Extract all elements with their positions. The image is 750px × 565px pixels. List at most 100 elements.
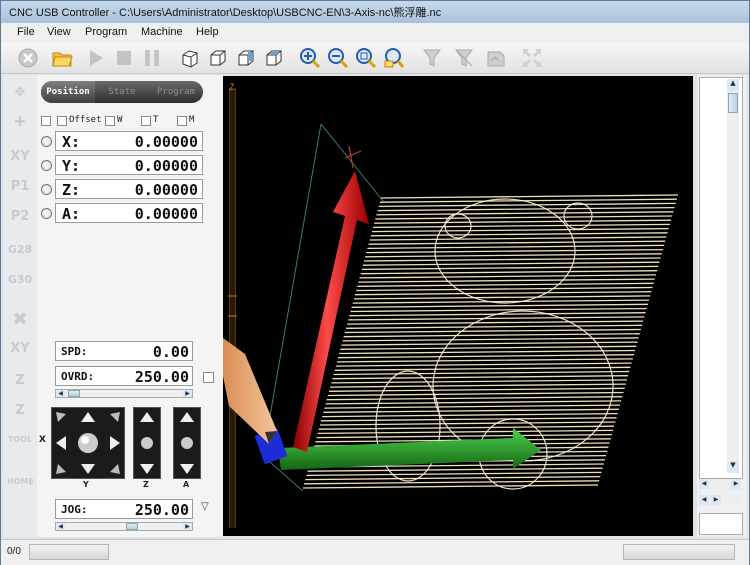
horizontal-scrollbar[interactable]: ◀ ▶	[699, 479, 741, 490]
coord-y-value: 0.00000	[134, 157, 198, 175]
spd-display: SPD: 0.00	[55, 341, 193, 361]
second-scroll-right-icon[interactable]: ▶	[711, 495, 721, 505]
fullscreen-icon[interactable]	[521, 47, 543, 69]
checkbox-blank[interactable]	[41, 116, 51, 126]
checkbox-w-label: W	[117, 115, 123, 125]
zero-z-button[interactable]: Z	[7, 373, 33, 397]
jog-slider-left-icon[interactable]: ◀	[56, 523, 65, 530]
spd-value: 0.00	[152, 343, 189, 361]
scan-line	[307, 467, 603, 472]
status-text: 0/0	[7, 546, 21, 557]
stop-square-icon[interactable]	[113, 47, 135, 69]
scan-line	[363, 257, 661, 262]
tab-state[interactable]: State	[95, 81, 149, 103]
zoom-fit-icon[interactable]	[355, 47, 377, 69]
menu-program[interactable]: Program	[85, 26, 127, 38]
pause-icon[interactable]	[141, 47, 163, 69]
second-scrollbar[interactable]: ◀ ▶	[699, 495, 741, 506]
tool-button[interactable]: TOOL	[7, 435, 33, 459]
scan-line	[323, 408, 619, 413]
zoom-window-icon[interactable]	[383, 47, 405, 69]
command-input[interactable]	[699, 513, 743, 535]
open-folder-icon[interactable]	[51, 47, 73, 69]
hscroll-left-icon[interactable]: ◀	[699, 479, 709, 489]
title-bar: CNC USB Controller - C:\Users\Administra…	[1, 1, 749, 24]
scroll-up-icon[interactable]: ▲	[727, 79, 739, 91]
probe-z-button[interactable]: Z	[7, 403, 33, 427]
scan-line	[373, 223, 670, 229]
menu-view[interactable]: View	[47, 26, 71, 38]
filter-icon[interactable]	[421, 47, 443, 69]
funnel-icon[interactable]	[453, 47, 475, 69]
jog-slider-thumb[interactable]	[126, 523, 138, 530]
hscroll-right-icon[interactable]: ▶	[731, 479, 741, 489]
stop-icon[interactable]	[17, 47, 39, 69]
radio-y[interactable]	[41, 160, 52, 171]
zero-all-icon[interactable]: ✖	[7, 309, 33, 333]
scan-line	[322, 412, 618, 418]
ovrd-checkbox[interactable]	[203, 372, 214, 383]
toolbar	[1, 43, 749, 74]
scroll-thumb[interactable]	[728, 93, 738, 113]
scan-line	[334, 366, 631, 371]
ovrd-field[interactable]: OVRD: 250.00	[55, 366, 193, 386]
goto-p1-button[interactable]: P1	[7, 179, 33, 203]
goto-xy-button[interactable]: XY	[7, 149, 33, 173]
move-icon[interactable]: ✥	[7, 85, 33, 109]
scan-line	[319, 421, 616, 426]
checkbox-offset[interactable]	[57, 116, 67, 126]
cube-front-icon[interactable]	[207, 47, 229, 69]
jog-field[interactable]: JOG: 250.00	[55, 499, 193, 519]
goto-p2-button[interactable]: P2	[7, 209, 33, 233]
scan-line	[365, 253, 662, 258]
scan-line	[371, 227, 669, 233]
jog-z-pad[interactable]	[133, 407, 161, 479]
scan-line	[357, 282, 654, 287]
menu-machine[interactable]: Machine	[141, 26, 183, 38]
jog-xy-pad[interactable]	[51, 407, 125, 479]
second-scroll-left-icon[interactable]: ◀	[699, 495, 709, 505]
jog-a-pad[interactable]	[173, 407, 201, 479]
coord-x-value: 0.00000	[134, 133, 198, 151]
tab-program[interactable]: Program	[149, 81, 203, 103]
tab-position[interactable]: Position	[41, 81, 95, 103]
toolpath-viewport[interactable]: Z	[223, 76, 693, 536]
view-icon[interactable]	[485, 47, 507, 69]
scan-line	[370, 232, 668, 237]
slider-left-icon[interactable]: ◀	[56, 390, 65, 397]
ovrd-slider[interactable]: ◀ ▶	[55, 389, 193, 398]
g28-button[interactable]: G28	[7, 243, 33, 267]
scroll-down-icon[interactable]: ▼	[727, 461, 739, 473]
cube-top-icon[interactable]	[263, 47, 285, 69]
toolpath-render: Z	[223, 83, 679, 528]
zoom-in-icon[interactable]	[299, 47, 321, 69]
jog-slider-right-icon[interactable]: ▶	[183, 523, 192, 530]
ovrd-slider-thumb[interactable]	[68, 390, 80, 397]
radio-a[interactable]	[41, 208, 52, 219]
slider-right-icon[interactable]: ▶	[183, 390, 192, 397]
vertical-scrollbar[interactable]: ▲ ▼	[727, 79, 739, 473]
scan-line	[324, 404, 621, 409]
move-plus-icon[interactable]: ✚	[7, 115, 33, 139]
radio-z[interactable]	[41, 184, 52, 195]
g30-button[interactable]: G30	[7, 273, 33, 297]
cube-iso-icon[interactable]	[179, 47, 201, 69]
play-icon[interactable]	[85, 47, 107, 69]
checkbox-w[interactable]	[105, 116, 115, 126]
checkbox-m[interactable]	[177, 116, 187, 126]
gcode-pane: ▲ ▼ ◀ ▶ ◀ ▶	[697, 75, 747, 537]
zero-xy-button[interactable]: XY	[7, 341, 33, 365]
jog-x-label: X	[39, 435, 46, 445]
radio-x[interactable]	[41, 136, 52, 147]
zoom-out-icon[interactable]	[327, 47, 349, 69]
checkbox-t[interactable]	[141, 116, 151, 126]
jog-dropdown-icon[interactable]: ▽	[201, 501, 209, 512]
cube-side-icon[interactable]	[235, 47, 257, 69]
scan-line	[366, 248, 663, 254]
home-button[interactable]: HOME	[7, 477, 34, 501]
scan-line	[360, 270, 658, 275]
scan-line	[359, 274, 657, 279]
jog-slider[interactable]: ◀ ▶	[55, 522, 193, 531]
menu-help[interactable]: Help	[196, 26, 219, 38]
menu-file[interactable]: File	[17, 26, 35, 38]
